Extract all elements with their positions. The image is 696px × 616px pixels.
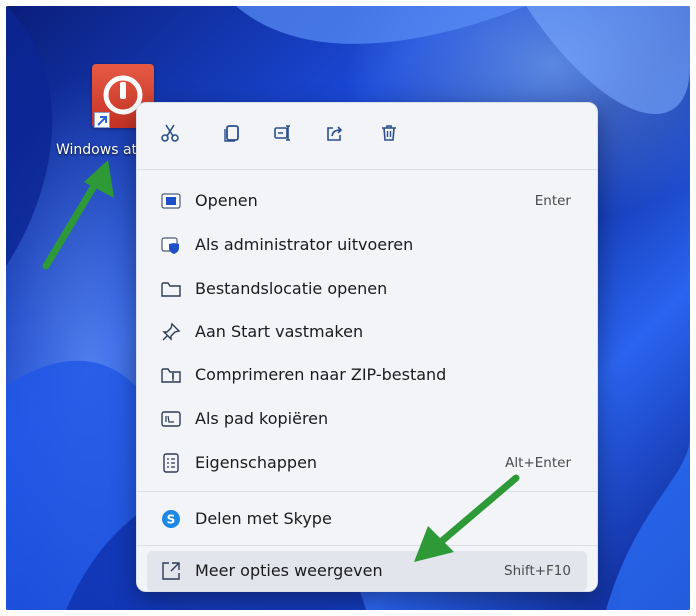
menu-item-label: Eigenschappen <box>195 453 318 472</box>
menu-item-label: Delen met Skype <box>195 509 332 528</box>
rename-icon <box>274 125 290 141</box>
green-arrow-icon <box>414 474 520 562</box>
separator <box>137 491 597 492</box>
cut-button[interactable] <box>155 118 185 148</box>
menu-item-open[interactable]: Openen Enter <box>147 181 587 221</box>
shield-icon <box>161 237 179 254</box>
separator <box>137 169 597 170</box>
trash-icon <box>382 125 396 141</box>
menu-item-label: Meer opties weergeven <box>195 561 383 580</box>
menu-item-label: Als pad kopiëren <box>195 409 329 428</box>
menu-item-copy-as-path[interactable]: Als pad kopiëren <box>147 399 587 439</box>
menu-item-label: Als administrator uitvoeren <box>195 235 414 254</box>
separator <box>137 545 597 546</box>
screenshot-frame: Windows at Openen Enter Als administrato… <box>6 6 690 610</box>
copy-button[interactable] <box>217 118 247 148</box>
menu-item-pin-to-start[interactable]: Aan Start vastmaken <box>147 312 587 352</box>
pin-icon <box>162 322 181 341</box>
menu-item-label: Openen <box>195 191 258 210</box>
share-button[interactable] <box>320 118 350 148</box>
context-menu: Openen Enter Als administrator uitvoeren… <box>136 102 598 592</box>
menu-item-shortcut: Enter <box>534 193 571 209</box>
properties-icon <box>163 453 179 473</box>
open-window-icon <box>161 193 181 209</box>
share-icon <box>327 126 343 141</box>
menu-item-compress-zip[interactable]: Comprimeren naar ZIP-bestand <box>147 355 587 395</box>
path-icon <box>161 411 181 427</box>
green-arrow-icon <box>42 160 114 270</box>
rename-button[interactable] <box>268 118 298 148</box>
menu-item-open-file-location[interactable]: Bestandslocatie openen <box>147 269 587 309</box>
quick-actions-bar <box>137 103 597 167</box>
svg-text:S: S <box>167 513 176 527</box>
delete-button[interactable] <box>374 118 404 148</box>
scissors-icon <box>161 124 179 142</box>
skype-icon: S <box>162 510 180 528</box>
zip-folder-icon <box>161 368 181 383</box>
folder-icon <box>161 282 181 297</box>
shortcut-overlay-icon <box>94 112 110 128</box>
copy-icon <box>224 125 239 142</box>
menu-item-label: Bestandslocatie openen <box>195 279 388 298</box>
menu-item-run-as-admin[interactable]: Als administrator uitvoeren <box>147 225 587 265</box>
menu-item-label: Aan Start vastmaken <box>195 322 364 341</box>
more-options-icon <box>162 562 180 580</box>
menu-item-label: Comprimeren naar ZIP-bestand <box>195 365 447 384</box>
